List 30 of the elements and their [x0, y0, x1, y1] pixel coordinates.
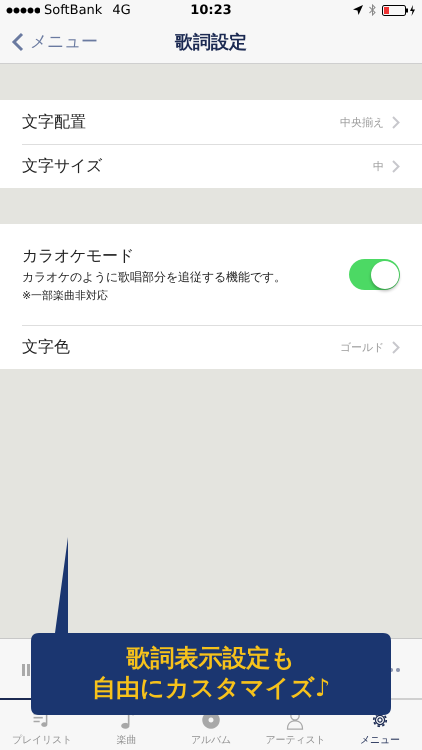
tab-item[interactable]: メニュー [338, 700, 422, 750]
battery-icon [382, 4, 416, 16]
settings-row[interactable]: 文字色 ゴールド [0, 325, 422, 369]
settings-row[interactable]: 文字配置 中央揃え [0, 100, 422, 144]
status-time: 10:23 [190, 2, 232, 18]
carrier-name: SoftBank [44, 2, 102, 18]
chevron-icon [392, 116, 400, 128]
chevron-icon [392, 160, 400, 172]
row-value: 中央揃え [340, 114, 384, 130]
settings-row[interactable]: 文字サイズ 中 [0, 144, 422, 188]
callout-text: 自由にカスタマイズ♪ [92, 675, 330, 703]
signal-icon [6, 6, 40, 14]
row-label: 文字配置 [22, 112, 86, 132]
row-value: 中 [373, 158, 384, 174]
row-value: ゴールド [340, 340, 384, 354]
bluetooth-icon [369, 4, 376, 16]
screen-title: 歌詞設定 [175, 32, 247, 52]
callout-text: 歌詞表示設定も [126, 645, 296, 673]
back-chevron-icon [12, 32, 24, 52]
row-description: カラオケのように歌唱部分を追従する機能です。 [22, 269, 286, 286]
row-label: カラオケモード [22, 246, 135, 267]
row-label: 文字サイズ [22, 156, 102, 176]
back-button[interactable]: メニュー [12, 30, 98, 53]
pause-icon[interactable] [22, 664, 30, 676]
chevron-icon [392, 340, 400, 354]
location-arrow-icon [353, 5, 363, 15]
network-type: 4G [112, 2, 131, 18]
row-label: 文字色 [22, 336, 70, 358]
toggle-switch[interactable] [349, 259, 400, 290]
row-note: ※一部楽曲非対応 [22, 288, 110, 303]
